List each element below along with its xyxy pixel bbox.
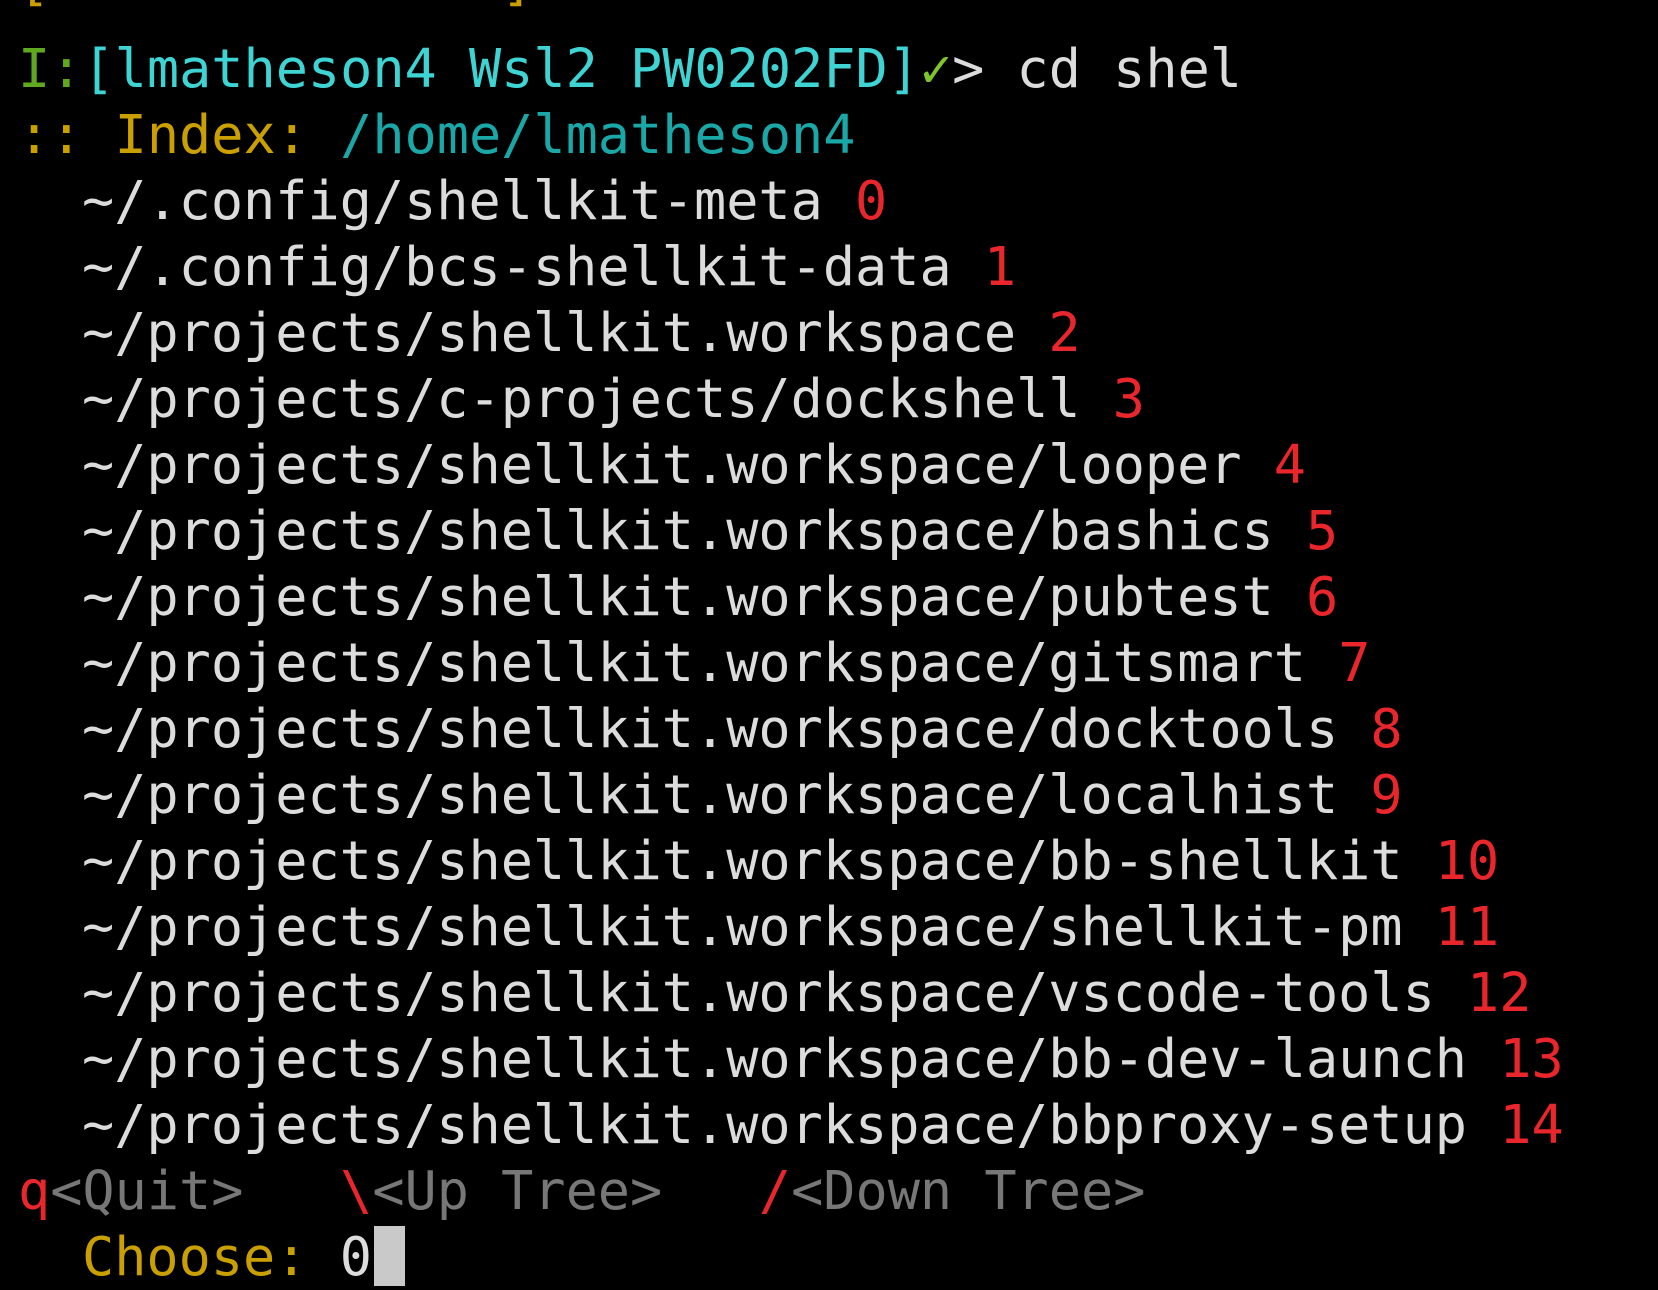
prompt-arrow: >	[952, 37, 985, 100]
entry-number: 13	[1499, 1027, 1564, 1090]
text-cursor	[373, 1226, 405, 1287]
list-item[interactable]: ~/projects/c-projects/dockshell 3	[18, 366, 1658, 432]
index-marker: ::	[18, 103, 83, 166]
entry-path: ~/projects/shellkit.workspace/shellkit-p…	[82, 895, 1403, 958]
list-item[interactable]: ~/projects/shellkit.workspace/gitsmart 7	[18, 630, 1658, 696]
quit-key: q	[18, 1159, 51, 1222]
index-line: :: Index: /home/lmatheson4	[18, 102, 1658, 168]
list-item[interactable]: ~/projects/shellkit.workspace/localhist …	[18, 762, 1658, 828]
down-tree-key: /	[758, 1159, 792, 1222]
up-tree-hint[interactable]: \<Up Tree>	[340, 1159, 662, 1222]
entry-path: ~/projects/shellkit.workspace	[82, 301, 1017, 364]
entry-path: ~/projects/shellkit.workspace/gitsmart	[82, 631, 1306, 694]
key-hints: q<Quit> \<Up Tree> /<Down Tree>	[18, 1158, 1658, 1224]
prompt-command: cd shel	[984, 37, 1243, 100]
entry-path: ~/projects/shellkit.workspace/bbproxy-se…	[82, 1093, 1468, 1156]
terminal-output: I:[lmatheson4 Wsl2 PW0202FD]✓> cd shel :…	[18, 0, 1658, 1290]
entry-path: ~/projects/shellkit.workspace/docktools	[82, 697, 1339, 760]
entry-number: 10	[1434, 829, 1500, 892]
index-label: Index:	[114, 103, 308, 166]
entry-path: ~/projects/shellkit.workspace/bashics	[82, 499, 1274, 562]
up-tree-key: \	[340, 1159, 373, 1222]
quit-label: <Quit>	[50, 1159, 244, 1222]
entry-number: 7	[1338, 631, 1371, 694]
entry-number: 14	[1499, 1093, 1564, 1156]
quit-hint[interactable]: q<Quit>	[18, 1159, 243, 1222]
choose-line: Choose: 0	[18, 1224, 1658, 1290]
entry-number: 8	[1370, 697, 1403, 760]
entry-path: ~/projects/shellkit.workspace/bb-shellki…	[82, 829, 1403, 892]
entry-number: 12	[1467, 961, 1532, 1024]
list-item[interactable]: ~/projects/shellkit.workspace/bbproxy-se…	[18, 1092, 1658, 1158]
entry-number: 0	[855, 169, 888, 232]
entry-number: 1	[983, 235, 1017, 298]
entry-path: ~/.config/bcs-shellkit-data	[82, 235, 952, 298]
entry-number: 6	[1305, 565, 1339, 628]
list-item[interactable]: ~/projects/shellkit.workspace/pubtest 6	[18, 564, 1658, 630]
clipped-line-spacer	[18, 0, 1658, 36]
entry-path: ~/.config/shellkit-meta	[82, 169, 823, 232]
entry-number: 2	[1048, 301, 1081, 364]
entry-number: 11	[1434, 895, 1500, 958]
entry-path: ~/projects/shellkit.workspace/localhist	[82, 763, 1339, 826]
list-item[interactable]: ~/projects/shellkit.workspace/shellkit-p…	[18, 894, 1658, 960]
prompt-mode-separator: :	[50, 37, 83, 100]
prompt-context: [lmatheson4 Wsl2 PW0202FD]	[82, 37, 920, 100]
entry-path: ~/projects/c-projects/dockshell	[82, 367, 1081, 430]
entry-number: 5	[1305, 499, 1339, 562]
entry-path: ~/projects/shellkit.workspace/looper	[82, 433, 1242, 496]
prompt-line: I:[lmatheson4 Wsl2 PW0202FD]✓> cd shel	[18, 36, 1658, 102]
entry-number: 3	[1112, 367, 1145, 430]
list-item[interactable]: ~/.config/bcs-shellkit-data 1	[18, 234, 1658, 300]
list-item[interactable]: ~/.config/shellkit-meta 0	[18, 168, 1658, 234]
down-tree-label: <Down Tree>	[791, 1159, 1146, 1222]
choose-label: Choose:	[82, 1225, 308, 1288]
entry-number: 4	[1273, 433, 1306, 496]
check-icon: ✓	[919, 37, 953, 100]
entry-path: ~/projects/shellkit.workspace/bb-dev-lau…	[82, 1027, 1468, 1090]
list-item[interactable]: ~/projects/shellkit.workspace/bb-shellki…	[18, 828, 1658, 894]
list-item[interactable]: ~/projects/shellkit.workspace/docktools …	[18, 696, 1658, 762]
index-path: /home/lmatheson4	[340, 103, 856, 166]
list-item[interactable]: ~/projects/shellkit.workspace/bb-dev-lau…	[18, 1026, 1658, 1092]
entry-path: ~/projects/shellkit.workspace/pubtest	[82, 565, 1274, 628]
list-item[interactable]: ~/projects/shellkit.workspace 2	[18, 300, 1658, 366]
choose-input[interactable]: 0	[340, 1225, 405, 1288]
list-item[interactable]: ~/projects/shellkit.workspace/looper 4	[18, 432, 1658, 498]
list-item[interactable]: ~/projects/shellkit.workspace/bashics 5	[18, 498, 1658, 564]
entry-number: 9	[1370, 763, 1403, 826]
list-item[interactable]: ~/projects/shellkit.workspace/vscode-too…	[18, 960, 1658, 1026]
entry-path: ~/projects/shellkit.workspace/vscode-too…	[82, 961, 1435, 1024]
choose-value: 0	[339, 1225, 372, 1288]
up-tree-label: <Up Tree>	[372, 1159, 663, 1222]
down-tree-hint[interactable]: /<Down Tree>	[759, 1159, 1146, 1222]
prompt-mode: I	[18, 37, 51, 100]
